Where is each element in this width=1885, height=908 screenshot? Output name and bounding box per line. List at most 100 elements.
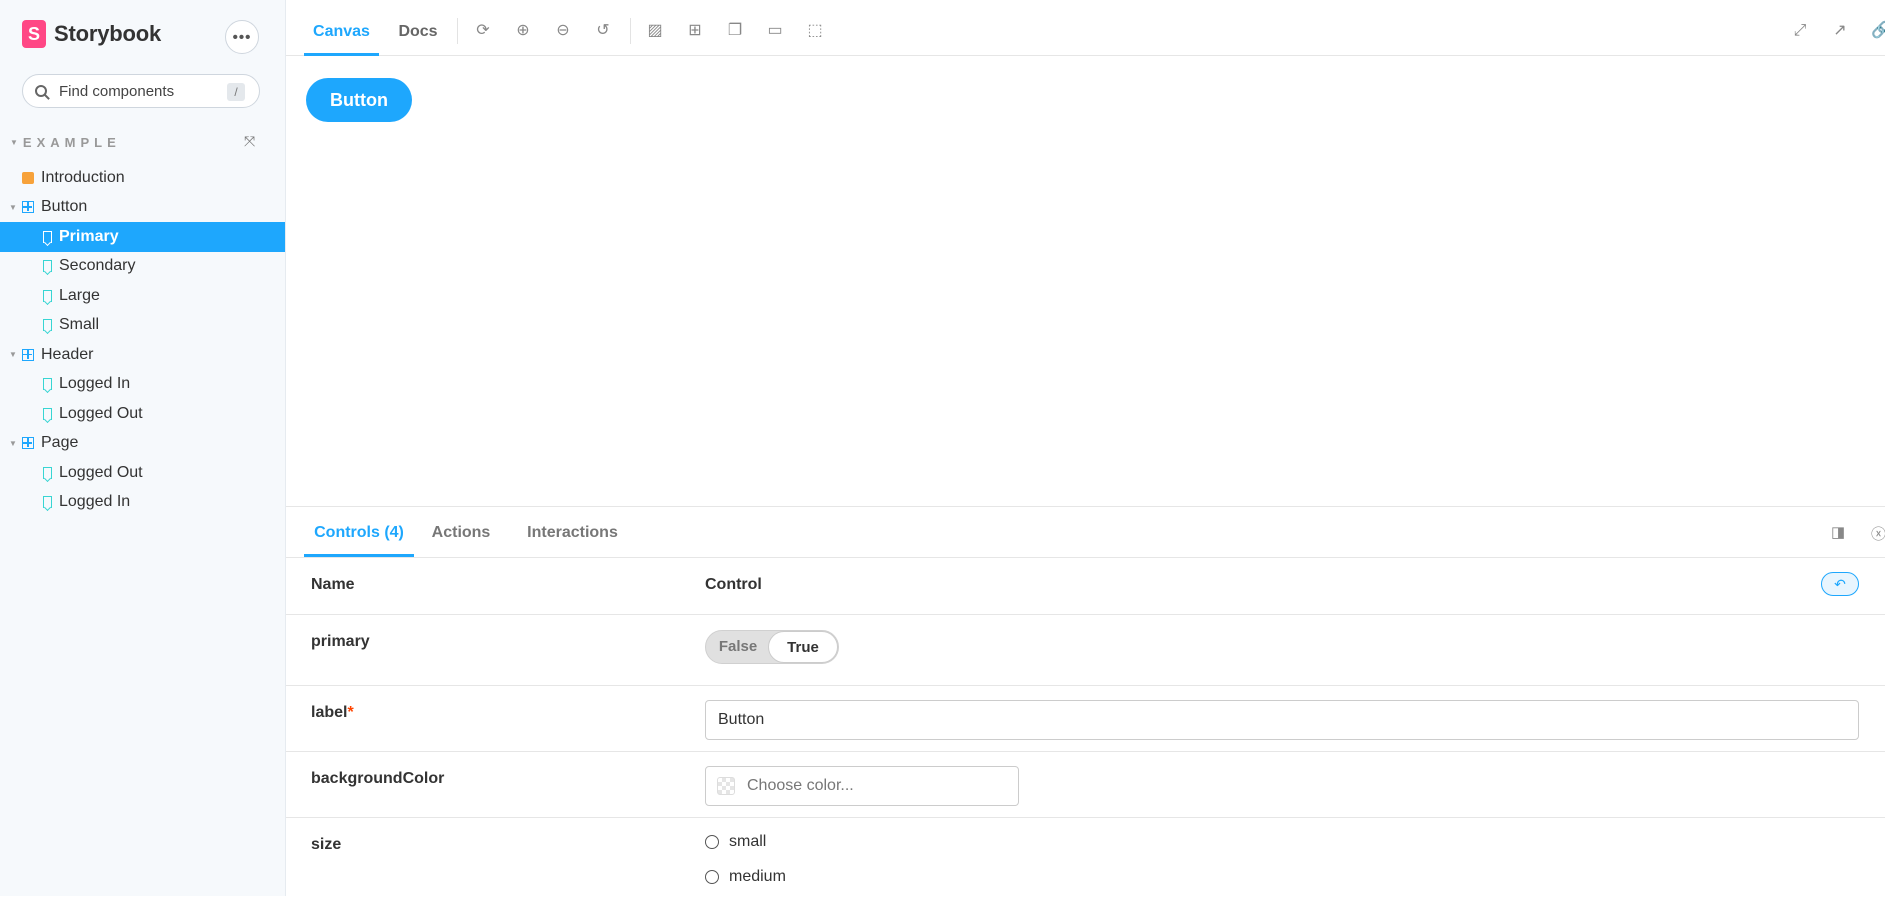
color-picker-field[interactable] bbox=[705, 766, 1019, 806]
radio-label: medium bbox=[729, 868, 786, 885]
search-icon bbox=[35, 85, 47, 97]
control-row-size: size small medium bbox=[286, 818, 1885, 908]
open-new-tab-icon[interactable]: ↗ bbox=[1831, 22, 1849, 40]
sidebar-item-small[interactable]: Small bbox=[0, 311, 285, 341]
sidebar-item-label: Introduction bbox=[41, 168, 125, 186]
tab-docs[interactable]: Docs bbox=[393, 6, 443, 56]
fullscreen-icon[interactable]: ⤢ bbox=[1791, 22, 1809, 40]
boolean-toggle[interactable]: False True bbox=[705, 630, 839, 664]
size-option-medium[interactable]: medium bbox=[705, 868, 786, 886]
document-icon bbox=[22, 171, 34, 184]
chevron-down-icon: ▼ bbox=[9, 438, 17, 448]
sidebar-item-label: Button bbox=[41, 198, 88, 216]
component-icon bbox=[22, 201, 34, 214]
measure-icon[interactable]: ▭ bbox=[766, 22, 784, 40]
sidebar-item-label: Logged In bbox=[59, 493, 131, 511]
sidebar-item-label: Header bbox=[41, 345, 94, 363]
sidebar-item-label: Page bbox=[41, 434, 79, 452]
sidebar-item-label: Logged In bbox=[59, 375, 131, 393]
search-input[interactable] bbox=[57, 81, 221, 101]
chevron-down-icon: ▼ bbox=[10, 138, 18, 147]
background-icon[interactable]: ▨ bbox=[646, 22, 664, 40]
preview-toolbar: Canvas Docs ⟳ ⊕ ⊖ ↺ ▨ ⊞ ❐ ▭ ⬚ ⤢ ↗ 🔗 bbox=[286, 6, 1885, 56]
label-text-input[interactable] bbox=[705, 700, 1859, 740]
brand-name: Storybook bbox=[54, 21, 161, 46]
section-title: EXAMPLE bbox=[22, 135, 121, 150]
toolbar-divider bbox=[630, 18, 631, 44]
control-name: label* bbox=[311, 704, 354, 722]
zoom-out-icon[interactable]: ⊖ bbox=[554, 22, 572, 40]
component-icon bbox=[22, 437, 34, 450]
toggle-false-option[interactable]: False bbox=[710, 631, 766, 663]
bookmark-icon bbox=[43, 260, 52, 273]
reset-controls-button[interactable]: ↶ bbox=[1821, 572, 1859, 596]
sidebar: S Storybook ••• / ▼ EXAMPLE ⤧ Introducti… bbox=[0, 0, 286, 896]
radio-button[interactable] bbox=[705, 835, 719, 849]
section-header-example[interactable]: ▼ EXAMPLE bbox=[10, 135, 121, 150]
grid-icon[interactable]: ⊞ bbox=[686, 22, 704, 40]
control-name-text: label bbox=[311, 704, 348, 721]
undo-icon: ↶ bbox=[1834, 576, 1846, 592]
search-box[interactable]: / bbox=[22, 74, 260, 108]
chevron-down-icon: ▼ bbox=[9, 202, 17, 212]
sidebar-item-header-logged-out[interactable]: Logged Out bbox=[0, 399, 285, 429]
reload-icon[interactable]: ⟳ bbox=[474, 22, 492, 40]
chevron-down-icon: ▼ bbox=[9, 350, 17, 360]
control-row-primary: primary False True bbox=[286, 615, 1885, 686]
toggle-true-option[interactable]: True bbox=[768, 631, 838, 663]
sidebar-item-label: Secondary bbox=[59, 257, 136, 275]
sidebar-item-page-logged-out[interactable]: Logged Out bbox=[0, 458, 285, 488]
sidebar-item-label: Primary bbox=[59, 227, 119, 245]
control-row-background-color: backgroundColor bbox=[286, 752, 1885, 818]
outline-icon[interactable]: ⬚ bbox=[806, 22, 824, 40]
control-row-label: label* bbox=[286, 686, 1885, 752]
brand[interactable]: S Storybook bbox=[22, 20, 161, 48]
sidebar-item-page[interactable]: ▼ Page bbox=[0, 429, 285, 459]
color-input[interactable] bbox=[745, 776, 999, 796]
bookmark-icon bbox=[43, 319, 52, 332]
tab-interactions[interactable]: Interactions bbox=[525, 507, 620, 557]
radio-button[interactable] bbox=[705, 870, 719, 884]
sidebar-item-secondary[interactable]: Secondary bbox=[0, 252, 285, 282]
sidebar-item-primary[interactable]: Primary bbox=[0, 222, 285, 252]
size-option-small[interactable]: small bbox=[705, 833, 766, 851]
control-name: backgroundColor bbox=[311, 770, 445, 787]
tab-canvas[interactable]: Canvas bbox=[304, 6, 379, 56]
toolbar-divider bbox=[457, 18, 458, 44]
sidebar-item-label: Small bbox=[59, 316, 100, 334]
close-panel-icon[interactable]: ⓧ bbox=[1871, 523, 1885, 544]
radio-label: small bbox=[729, 833, 767, 850]
bookmark-icon bbox=[43, 378, 52, 391]
storybook-logo-icon: S bbox=[22, 20, 46, 48]
addons-tabs: Controls (4) Actions Interactions ◨ ⓧ bbox=[286, 507, 1885, 558]
zoom-reset-icon[interactable]: ↺ bbox=[594, 22, 612, 40]
bookmark-icon bbox=[43, 407, 52, 420]
sidebar-item-label: Large bbox=[59, 286, 100, 304]
sidebar-item-large[interactable]: Large bbox=[0, 281, 285, 311]
sidebar-item-introduction[interactable]: Introduction bbox=[0, 163, 285, 193]
bookmark-icon bbox=[43, 496, 52, 509]
sidebar-item-page-logged-in[interactable]: Logged In bbox=[0, 488, 285, 518]
color-swatch-icon[interactable] bbox=[717, 777, 735, 795]
preview-primary-button[interactable]: Button bbox=[306, 78, 412, 122]
search-shortcut-key: / bbox=[227, 83, 245, 101]
control-name: primary bbox=[311, 633, 370, 650]
copy-link-icon[interactable]: 🔗 bbox=[1871, 22, 1885, 40]
bookmark-icon bbox=[43, 230, 52, 243]
sidebar-item-label: Logged Out bbox=[59, 404, 143, 422]
sidebar-item-label: Logged Out bbox=[59, 463, 143, 481]
collapse-all-icon[interactable]: ⤧ bbox=[244, 133, 255, 150]
sidebar-item-button[interactable]: ▼ Button bbox=[0, 193, 285, 223]
panel-orientation-icon[interactable]: ◨ bbox=[1831, 523, 1845, 541]
sidebar-item-header-logged-in[interactable]: Logged In bbox=[0, 370, 285, 400]
bookmark-icon bbox=[43, 289, 52, 302]
sidebar-menu-button[interactable]: ••• bbox=[225, 20, 259, 54]
column-header-name: Name bbox=[311, 576, 355, 593]
viewport-icon[interactable]: ❐ bbox=[726, 22, 744, 40]
preview-canvas: Button bbox=[286, 56, 1885, 507]
sidebar-item-header[interactable]: ▼ Header bbox=[0, 340, 285, 370]
zoom-in-icon[interactable]: ⊕ bbox=[514, 22, 532, 40]
tab-actions[interactable]: Actions bbox=[431, 507, 491, 557]
column-header-control: Control bbox=[705, 576, 762, 593]
tab-controls[interactable]: Controls (4) bbox=[304, 507, 414, 557]
